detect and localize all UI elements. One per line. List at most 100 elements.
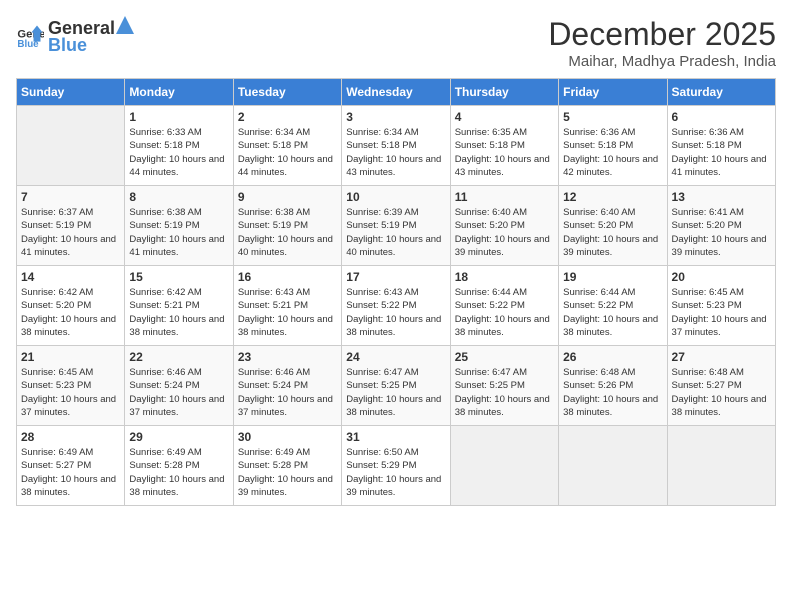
day-info: Sunrise: 6:48 AMSunset: 5:26 PMDaylight:… [563,366,662,419]
day-number: 29 [129,430,228,444]
day-number: 4 [455,110,554,124]
day-number: 21 [21,350,120,364]
calendar-cell: 8 Sunrise: 6:38 AMSunset: 5:19 PMDayligh… [125,186,233,266]
day-info: Sunrise: 6:34 AMSunset: 5:18 PMDaylight:… [346,126,445,179]
day-number: 10 [346,190,445,204]
day-number: 9 [238,190,337,204]
day-info: Sunrise: 6:44 AMSunset: 5:22 PMDaylight:… [563,286,662,339]
day-number: 12 [563,190,662,204]
day-number: 22 [129,350,228,364]
calendar-cell [17,106,125,186]
day-number: 14 [21,270,120,284]
calendar-cell: 27 Sunrise: 6:48 AMSunset: 5:27 PMDaylig… [667,346,775,426]
day-info: Sunrise: 6:46 AMSunset: 5:24 PMDaylight:… [129,366,228,419]
day-number: 20 [672,270,771,284]
calendar-cell: 10 Sunrise: 6:39 AMSunset: 5:19 PMDaylig… [342,186,450,266]
day-number: 11 [455,190,554,204]
day-number: 1 [129,110,228,124]
day-number: 28 [21,430,120,444]
calendar-cell [450,426,558,506]
day-number: 30 [238,430,337,444]
calendar-cell: 18 Sunrise: 6:44 AMSunset: 5:22 PMDaylig… [450,266,558,346]
title-area: December 2025 Maihar, Madhya Pradesh, In… [548,16,776,70]
day-info: Sunrise: 6:34 AMSunset: 5:18 PMDaylight:… [238,126,337,179]
calendar-cell: 15 Sunrise: 6:42 AMSunset: 5:21 PMDaylig… [125,266,233,346]
logo: General Blue General Blue [16,16,135,56]
day-info: Sunrise: 6:33 AMSunset: 5:18 PMDaylight:… [129,126,228,179]
day-info: Sunrise: 6:45 AMSunset: 5:23 PMDaylight:… [672,286,771,339]
day-info: Sunrise: 6:44 AMSunset: 5:22 PMDaylight:… [455,286,554,339]
day-info: Sunrise: 6:49 AMSunset: 5:27 PMDaylight:… [21,446,120,499]
day-info: Sunrise: 6:49 AMSunset: 5:28 PMDaylight:… [129,446,228,499]
calendar-cell: 4 Sunrise: 6:35 AMSunset: 5:18 PMDayligh… [450,106,558,186]
logo-triangle-icon [116,16,134,34]
calendar-cell: 19 Sunrise: 6:44 AMSunset: 5:22 PMDaylig… [559,266,667,346]
calendar-week-row: 28 Sunrise: 6:49 AMSunset: 5:27 PMDaylig… [17,426,776,506]
day-info: Sunrise: 6:42 AMSunset: 5:21 PMDaylight:… [129,286,228,339]
calendar-cell: 31 Sunrise: 6:50 AMSunset: 5:29 PMDaylig… [342,426,450,506]
day-number: 7 [21,190,120,204]
weekday-header-row: SundayMondayTuesdayWednesdayThursdayFrid… [17,79,776,106]
weekday-header-saturday: Saturday [667,79,775,106]
day-number: 6 [672,110,771,124]
weekday-header-tuesday: Tuesday [233,79,341,106]
day-info: Sunrise: 6:49 AMSunset: 5:28 PMDaylight:… [238,446,337,499]
calendar-cell: 20 Sunrise: 6:45 AMSunset: 5:23 PMDaylig… [667,266,775,346]
calendar-cell: 25 Sunrise: 6:47 AMSunset: 5:25 PMDaylig… [450,346,558,426]
calendar-cell: 3 Sunrise: 6:34 AMSunset: 5:18 PMDayligh… [342,106,450,186]
calendar-cell [559,426,667,506]
day-info: Sunrise: 6:43 AMSunset: 5:22 PMDaylight:… [346,286,445,339]
day-number: 27 [672,350,771,364]
day-info: Sunrise: 6:38 AMSunset: 5:19 PMDaylight:… [129,206,228,259]
calendar-cell: 29 Sunrise: 6:49 AMSunset: 5:28 PMDaylig… [125,426,233,506]
weekday-header-monday: Monday [125,79,233,106]
calendar-week-row: 14 Sunrise: 6:42 AMSunset: 5:20 PMDaylig… [17,266,776,346]
calendar-cell: 28 Sunrise: 6:49 AMSunset: 5:27 PMDaylig… [17,426,125,506]
calendar-cell: 17 Sunrise: 6:43 AMSunset: 5:22 PMDaylig… [342,266,450,346]
calendar-week-row: 1 Sunrise: 6:33 AMSunset: 5:18 PMDayligh… [17,106,776,186]
day-number: 18 [455,270,554,284]
day-info: Sunrise: 6:40 AMSunset: 5:20 PMDaylight:… [455,206,554,259]
calendar-cell: 26 Sunrise: 6:48 AMSunset: 5:26 PMDaylig… [559,346,667,426]
day-info: Sunrise: 6:42 AMSunset: 5:20 PMDaylight:… [21,286,120,339]
calendar-subtitle: Maihar, Madhya Pradesh, India [548,53,776,70]
calendar-cell: 21 Sunrise: 6:45 AMSunset: 5:23 PMDaylig… [17,346,125,426]
day-number: 3 [346,110,445,124]
day-number: 15 [129,270,228,284]
calendar-cell: 5 Sunrise: 6:36 AMSunset: 5:18 PMDayligh… [559,106,667,186]
weekday-header-sunday: Sunday [17,79,125,106]
calendar-cell: 22 Sunrise: 6:46 AMSunset: 5:24 PMDaylig… [125,346,233,426]
weekday-header-thursday: Thursday [450,79,558,106]
calendar-cell: 24 Sunrise: 6:47 AMSunset: 5:25 PMDaylig… [342,346,450,426]
day-number: 17 [346,270,445,284]
day-info: Sunrise: 6:48 AMSunset: 5:27 PMDaylight:… [672,366,771,419]
calendar-cell: 6 Sunrise: 6:36 AMSunset: 5:18 PMDayligh… [667,106,775,186]
day-info: Sunrise: 6:47 AMSunset: 5:25 PMDaylight:… [346,366,445,419]
day-info: Sunrise: 6:50 AMSunset: 5:29 PMDaylight:… [346,446,445,499]
calendar-cell: 11 Sunrise: 6:40 AMSunset: 5:20 PMDaylig… [450,186,558,266]
calendar-cell: 9 Sunrise: 6:38 AMSunset: 5:19 PMDayligh… [233,186,341,266]
day-info: Sunrise: 6:40 AMSunset: 5:20 PMDaylight:… [563,206,662,259]
day-info: Sunrise: 6:41 AMSunset: 5:20 PMDaylight:… [672,206,771,259]
calendar-cell: 13 Sunrise: 6:41 AMSunset: 5:20 PMDaylig… [667,186,775,266]
day-number: 23 [238,350,337,364]
calendar-cell: 16 Sunrise: 6:43 AMSunset: 5:21 PMDaylig… [233,266,341,346]
calendar-cell: 23 Sunrise: 6:46 AMSunset: 5:24 PMDaylig… [233,346,341,426]
day-info: Sunrise: 6:47 AMSunset: 5:25 PMDaylight:… [455,366,554,419]
calendar-cell: 12 Sunrise: 6:40 AMSunset: 5:20 PMDaylig… [559,186,667,266]
day-number: 2 [238,110,337,124]
day-info: Sunrise: 6:35 AMSunset: 5:18 PMDaylight:… [455,126,554,179]
day-info: Sunrise: 6:36 AMSunset: 5:18 PMDaylight:… [672,126,771,179]
header: General Blue General Blue December 2025 … [16,16,776,70]
day-number: 8 [129,190,228,204]
calendar-cell: 1 Sunrise: 6:33 AMSunset: 5:18 PMDayligh… [125,106,233,186]
weekday-header-wednesday: Wednesday [342,79,450,106]
day-number: 25 [455,350,554,364]
weekday-header-friday: Friday [559,79,667,106]
day-info: Sunrise: 6:46 AMSunset: 5:24 PMDaylight:… [238,366,337,419]
calendar-cell: 30 Sunrise: 6:49 AMSunset: 5:28 PMDaylig… [233,426,341,506]
day-info: Sunrise: 6:38 AMSunset: 5:19 PMDaylight:… [238,206,337,259]
calendar-table: SundayMondayTuesdayWednesdayThursdayFrid… [16,78,776,506]
day-number: 19 [563,270,662,284]
calendar-cell: 14 Sunrise: 6:42 AMSunset: 5:20 PMDaylig… [17,266,125,346]
